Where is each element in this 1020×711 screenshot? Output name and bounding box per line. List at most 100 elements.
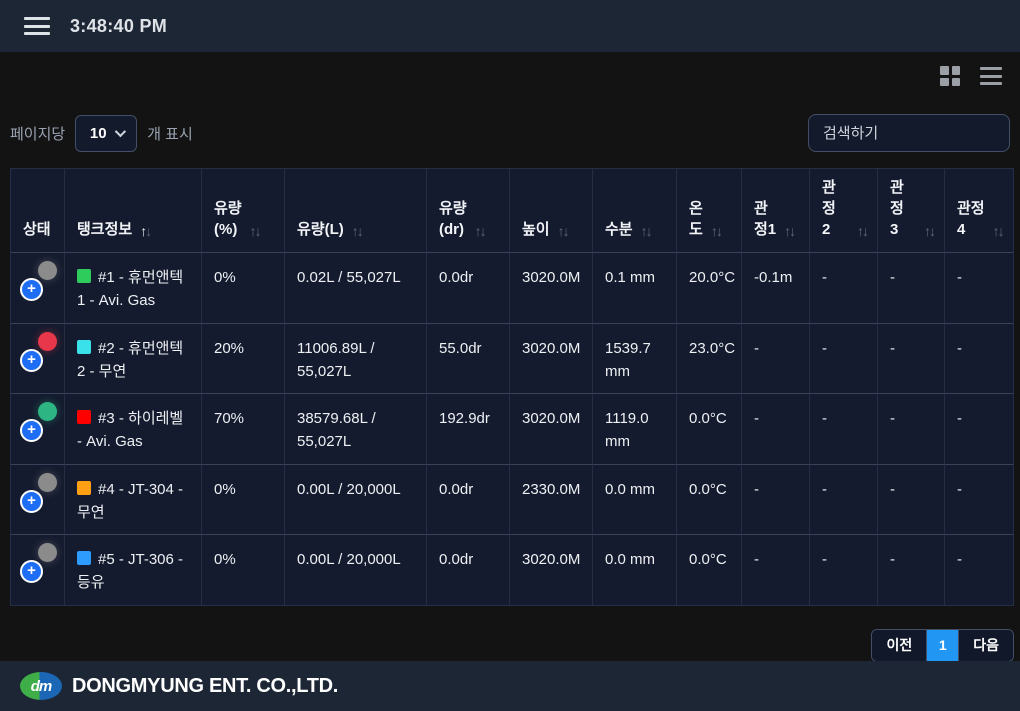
cell-tank-info: #2 - 휴먼앤텍2 - 무연 [65,324,202,395]
sort-icon: ↑↓ [924,223,934,240]
cell-flow-liters: 11006.89L / 55,027L [285,324,427,395]
cell-moisture: 1119.0 mm [593,394,677,465]
tank-color-swatch [77,269,91,283]
cell-flow-percent: 0% [202,253,285,324]
cell-height: 3020.0M [510,535,593,605]
cell-well4: - [945,535,1013,605]
cell-well2: - [810,394,878,465]
sort-icon: ↑↓ [641,223,651,240]
per-page-select[interactable]: 10 [75,115,137,152]
cell-flow-dr: 0.0dr [427,535,510,605]
sort-icon: ↑↓ [352,223,362,240]
status-led-icon [38,402,57,421]
tank-name: #1 - 휴먼앤텍1 - Avi. Gas [77,269,183,309]
cell-well2: - [810,253,878,324]
cell-flow-liters: 38579.68L / 55,027L [285,394,427,465]
cell-flow-percent: 0% [202,535,285,605]
cell-flow-liters: 0.00L / 20,000L [285,465,427,536]
column-header[interactable]: 온 도 ↑↓ [677,169,742,253]
cell-well2: - [810,535,878,605]
expand-row-button[interactable]: + [20,419,43,442]
tank-name: #3 - 하이레벨 - Avi. Gas [77,410,183,450]
sort-icon: ↑↓ [857,223,867,240]
status-led-icon [38,473,57,492]
cell-well3: - [878,324,945,395]
cell-well1: - [742,394,810,465]
column-header[interactable]: 유량 (dr) ↑↓ [427,169,510,253]
sort-icon: ↑↓ [475,223,485,240]
cell-temperature: 0.0°C [677,465,742,536]
view-toggle [0,52,1020,88]
cell-flow-percent: 70% [202,394,285,465]
cell-well4: - [945,324,1013,395]
chevron-down-icon [114,126,125,137]
cell-temperature: 0.0°C [677,394,742,465]
cell-well1: - [742,324,810,395]
column-header[interactable]: 상태 [11,169,65,253]
cell-temperature: 20.0°C [677,253,742,324]
table-header-row: 상태 탱크정보 ↑↓ 유량 (%) ↑↓ 유량(L) ↑↓ 유량 (dr) ↑↓… [11,169,1013,253]
clock: 3:48:40 PM [70,16,167,37]
tank-color-swatch [77,551,91,565]
cell-flow-dr: 0.0dr [427,465,510,536]
cell-flow-liters: 0.02L / 55,027L [285,253,427,324]
page-1-button[interactable]: 1 [927,630,959,661]
cell-well2: - [810,324,878,395]
sort-icon: ↑↓ [993,223,1003,240]
sort-icon: ↑↓ [250,223,260,240]
cell-status: + [11,324,65,395]
cell-well3: - [878,535,945,605]
table-row: + #1 - 휴먼앤텍1 - Avi. Gas 0% 0.02L / 55,02… [11,253,1013,324]
cell-status: + [11,394,65,465]
cell-temperature: 0.0°C [677,535,742,605]
tank-color-swatch [77,410,91,424]
tank-name: #4 - JT-304 - 무연 [77,481,183,521]
list-icon [980,67,1002,85]
column-header[interactable]: 탱크정보 ↑↓ [65,169,202,253]
company-logo: dm [20,672,62,700]
cell-well1: - [742,465,810,536]
cell-height: 3020.0M [510,253,593,324]
table-controls: 페이지당 10 개 표시 [10,114,1010,152]
per-page-prefix-label: 페이지당 [10,123,65,144]
expand-row-button[interactable]: + [20,490,43,513]
grid-view-icon[interactable] [938,64,962,88]
list-view-icon[interactable] [978,64,1004,88]
status-led-icon [38,332,57,351]
cell-status: + [11,465,65,536]
column-header[interactable]: 수분 ↑↓ [593,169,677,253]
expand-row-button[interactable]: + [20,278,43,301]
tank-color-swatch [77,340,91,354]
column-header[interactable]: 높이 ↑↓ [510,169,593,253]
cell-status: + [11,253,65,324]
column-header[interactable]: 유량 (%) ↑↓ [202,169,285,253]
column-header[interactable]: 관정 3 ↑↓ [878,169,945,253]
next-page-button[interactable]: 다음 [959,630,1013,661]
company-name: DONGMYUNG ENT. CO.,LTD. [72,675,338,698]
per-page-control: 페이지당 10 개 표시 [10,115,193,152]
table-body: + #1 - 휴먼앤텍1 - Avi. Gas 0% 0.02L / 55,02… [11,253,1013,605]
cell-well1: - [742,535,810,605]
cell-well1: -0.1m [742,253,810,324]
pagination: 이전 1 다음 [0,629,1014,662]
search-input[interactable] [808,114,1010,152]
expand-row-button[interactable]: + [20,349,43,372]
column-header[interactable]: 관 정1 ↑↓ [742,169,810,253]
topbar: 3:48:40 PM [0,0,1020,52]
cell-tank-info: #5 - JT-306 - 등유 [65,535,202,605]
table-row: + #5 - JT-306 - 등유 0% 0.00L / 20,000L 0.… [11,535,1013,605]
column-header[interactable]: 유량(L) ↑↓ [285,169,427,253]
cell-height: 2330.0M [510,465,593,536]
menu-icon[interactable] [24,17,50,35]
table-row: + #4 - JT-304 - 무연 0% 0.00L / 20,000L 0.… [11,465,1013,536]
cell-well3: - [878,394,945,465]
column-header[interactable]: 관정 2 ↑↓ [810,169,878,253]
table-row: + #3 - 하이레벨 - Avi. Gas 70% 38579.68L / 5… [11,394,1013,465]
per-page-value: 10 [90,125,107,142]
tank-color-swatch [77,481,91,495]
expand-row-button[interactable]: + [20,560,43,583]
column-header[interactable]: 관정 4 ↑↓ [945,169,1013,253]
prev-page-button[interactable]: 이전 [872,630,927,661]
cell-flow-dr: 192.9dr [427,394,510,465]
sort-icon: ↑↓ [784,223,794,240]
